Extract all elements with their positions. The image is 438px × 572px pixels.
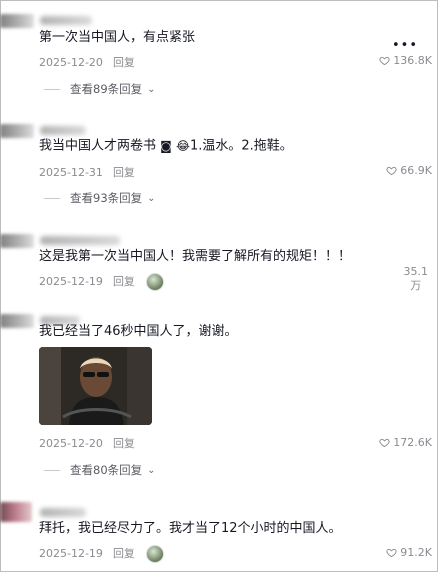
view-replies-label: 查看89条回复	[70, 82, 143, 96]
comment-meta: 2025-12-20 回复	[39, 435, 135, 451]
divider	[44, 197, 60, 199]
heart-outline-icon	[379, 438, 390, 448]
reply-button[interactable]: 回复	[113, 56, 135, 69]
reply-button[interactable]: 回复	[113, 437, 135, 450]
like-count: 172.6K	[393, 436, 432, 449]
divider	[44, 88, 60, 90]
like-button[interactable]: 172.6K	[379, 436, 432, 449]
comment-text: 拜托，我已经尽力了。我才当了12个小时的中国人。	[39, 521, 342, 536]
more-dots-icon[interactable]: •••	[392, 38, 418, 53]
username-blurred[interactable]	[40, 236, 120, 245]
like-count-top: 35.1	[403, 265, 429, 278]
reply-button[interactable]: 回复	[113, 166, 135, 179]
comment-date: 2025-12-20	[39, 437, 103, 450]
meme-photo	[39, 347, 152, 425]
comment-meta: 2025-12-20 回复	[39, 54, 135, 70]
avatar[interactable]	[0, 234, 34, 248]
chevron-down-icon: ⌄	[147, 464, 156, 476]
sticker-emoji: ◙	[160, 139, 172, 153]
comment-meta: 2025-12-19 回复	[39, 545, 165, 563]
comment-date: 2025-12-19	[39, 547, 103, 560]
view-replies-button[interactable]: 查看80条回复 ⌄	[44, 462, 156, 478]
laughing-emoji: 😂	[175, 139, 190, 153]
comment-date: 2025-12-31	[39, 166, 103, 179]
like-count: 91.2K	[400, 546, 432, 559]
view-replies-label: 查看93条回复	[70, 191, 143, 205]
creator-liked-avatar	[146, 545, 165, 563]
comment-text-main: 我当中国人才两卷书	[39, 138, 157, 154]
like-count-bottom: 万	[410, 279, 422, 292]
comment-date: 2025-12-20	[39, 56, 103, 69]
avatar[interactable]	[0, 314, 34, 328]
avatar[interactable]	[0, 14, 34, 28]
like-button[interactable]: 136.8K	[379, 54, 432, 67]
heart-outline-icon	[386, 166, 397, 176]
divider	[44, 469, 60, 471]
view-replies-button[interactable]: 查看93条回复 ⌄	[44, 190, 156, 206]
comment-meta: 2025-12-31 回复	[39, 164, 135, 180]
chevron-down-icon: ⌄	[147, 83, 156, 95]
comment-text: 这是我第一次当中国人！我需要了解所有的规矩！！！	[39, 249, 352, 264]
like-count: 136.8K	[393, 54, 432, 67]
view-replies-button[interactable]: 查看89条回复 ⌄	[44, 81, 156, 97]
comment-text: 我已经当了46秒中国人了，谢谢。	[39, 324, 238, 339]
username-blurred[interactable]	[40, 16, 92, 25]
comment-meta: 2025-12-19 回复	[39, 273, 165, 291]
username-blurred[interactable]	[40, 508, 86, 517]
comment-text: 第一次当中国人，有点紧张	[39, 30, 196, 45]
like-button[interactable]: 35.1 万	[404, 265, 429, 293]
username-blurred[interactable]	[40, 126, 86, 135]
view-replies-label: 查看80条回复	[70, 463, 143, 477]
comment-text-tail: 1.温水。2.拖鞋。	[189, 138, 293, 154]
comment-image[interactable]	[39, 347, 152, 425]
comment-text: 我当中国人才两卷书 ◙ 😂1.温水。2.拖鞋。	[39, 137, 293, 156]
heart-outline-icon	[386, 548, 397, 558]
avatar[interactable]	[0, 502, 32, 522]
comment-date: 2025-12-19	[39, 275, 103, 288]
reply-button[interactable]: 回复	[113, 547, 135, 560]
reply-button[interactable]: 回复	[113, 275, 135, 288]
like-button[interactable]: 91.2K	[386, 546, 432, 559]
like-button[interactable]: 66.9K	[386, 164, 432, 177]
avatar[interactable]	[0, 124, 34, 138]
like-count: 66.9K	[400, 164, 432, 177]
heart-outline-icon	[379, 56, 390, 66]
chevron-down-icon: ⌄	[147, 192, 156, 204]
creator-liked-avatar	[146, 273, 165, 291]
